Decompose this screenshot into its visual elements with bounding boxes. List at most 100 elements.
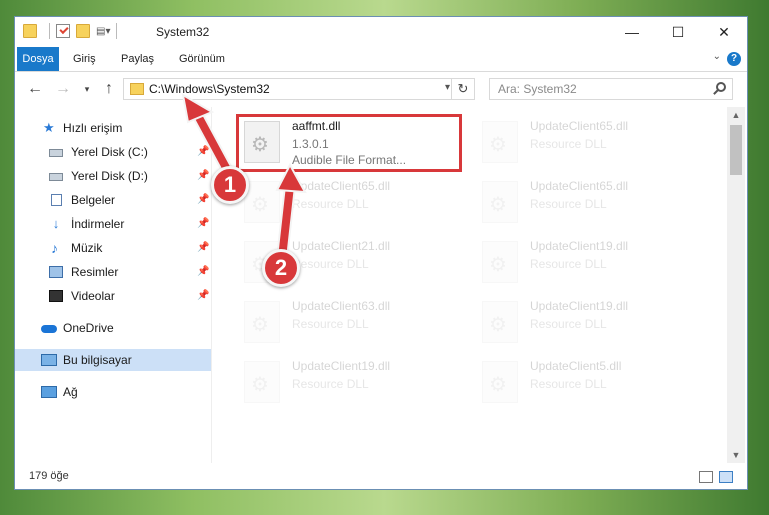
- pin-icon: 📌: [197, 194, 210, 205]
- customize-toolbar-icon[interactable]: ▤▾: [96, 26, 110, 37]
- sidebar-item-local-disk-d[interactable]: Yerel Disk (D:) 📌: [15, 165, 211, 187]
- up-arrow-icon[interactable]: ↑: [99, 79, 119, 99]
- dll-file-icon: [244, 361, 280, 403]
- dll-file-icon: [244, 181, 280, 223]
- file-type: Resource DLL: [530, 137, 607, 151]
- recent-locations-icon[interactable]: ▾: [77, 79, 97, 99]
- title-bar: ▤▾ System32 — ☐ ✕: [15, 17, 747, 47]
- divider: [49, 23, 50, 39]
- pin-icon: 📌: [197, 242, 210, 253]
- vertical-scrollbar[interactable]: ▲ ▼: [727, 107, 745, 463]
- file-item[interactable]: UpdateClient65.dll Resource DLL: [236, 175, 456, 231]
- item-count: 179 öğe: [29, 470, 69, 482]
- sidebar-item-label: Bu bilgisayar: [63, 353, 132, 367]
- address-bar[interactable]: C:\Windows\System32 ▾ ↻: [123, 78, 475, 100]
- folder-icon[interactable]: [23, 24, 37, 38]
- file-name: UpdateClient21.dll: [292, 239, 391, 253]
- file-name: UpdateClient19.dll: [530, 299, 629, 313]
- refresh-icon[interactable]: ↻: [451, 79, 474, 99]
- file-name: UpdateClient65.dll: [530, 119, 629, 133]
- dll-file-icon: [482, 121, 518, 163]
- tab-file[interactable]: Dosya: [17, 47, 59, 71]
- sidebar-item-label: Yerel Disk (D:): [71, 169, 148, 183]
- file-item[interactable]: UpdateClient19.dll Resource DLL: [474, 235, 694, 291]
- pin-icon: 📌: [197, 170, 210, 181]
- folder-icon: [130, 83, 144, 95]
- dll-file-icon: [482, 361, 518, 403]
- sidebar-item-onedrive[interactable]: OneDrive: [15, 317, 211, 339]
- help-icon[interactable]: ?: [727, 52, 741, 66]
- sidebar-item-pictures[interactable]: Resimler 📌: [15, 261, 211, 283]
- pin-icon: 📌: [197, 218, 210, 229]
- dll-file-icon: [482, 181, 518, 223]
- sidebar-item-label: OneDrive: [63, 321, 114, 335]
- close-button[interactable]: ✕: [701, 17, 747, 47]
- file-type: Resource DLL: [292, 377, 369, 391]
- window-title: System32: [156, 25, 210, 39]
- file-name: UpdateClient65.dll: [292, 179, 391, 193]
- sidebar-item-quick-access[interactable]: ★ Hızlı erişim: [15, 117, 211, 139]
- file-name: UpdateClient65.dll: [530, 179, 629, 193]
- file-item[interactable]: UpdateClient19.dll Resource DLL: [236, 355, 456, 411]
- pin-icon: 📌: [197, 146, 210, 157]
- properties-icon[interactable]: [56, 24, 70, 38]
- dll-file-icon: [244, 301, 280, 343]
- minimize-button[interactable]: —: [609, 17, 655, 47]
- dll-file-icon: [482, 241, 518, 283]
- file-name: UpdateClient63.dll: [292, 299, 391, 313]
- cloud-icon: [41, 325, 57, 333]
- file-type: Resource DLL: [292, 257, 369, 271]
- sidebar-item-music[interactable]: ♪ Müzik 📌: [15, 237, 211, 259]
- scroll-up-icon[interactable]: ▲: [727, 107, 745, 123]
- details-view-icon[interactable]: [699, 471, 713, 483]
- sidebar-item-downloads[interactable]: ↓ İndirmeler 📌: [15, 213, 211, 235]
- step-badge-1: 1: [211, 166, 249, 204]
- file-name: UpdateClient19.dll: [530, 239, 629, 253]
- pin-icon: 📌: [197, 290, 210, 301]
- sidebar-item-label: Videolar: [71, 289, 115, 303]
- file-type: Resource DLL: [530, 197, 607, 211]
- file-type: Resource DLL: [530, 377, 607, 391]
- chevron-down-icon[interactable]: ▾: [445, 82, 450, 93]
- back-arrow-icon[interactable]: ←: [25, 79, 45, 99]
- sidebar-item-videos[interactable]: Videolar 📌: [15, 285, 211, 307]
- divider: [116, 23, 118, 39]
- pin-icon: 📌: [197, 266, 210, 277]
- sidebar-item-label: Müzik: [71, 241, 103, 255]
- sidebar-item-label: Ağ: [63, 385, 78, 399]
- sidebar-item-this-pc[interactable]: Bu bilgisayar: [15, 349, 211, 371]
- maximize-button[interactable]: ☐: [655, 17, 701, 47]
- file-item[interactable]: UpdateClient65.dll Resource DLL: [474, 175, 694, 231]
- file-item[interactable]: UpdateClient5.dll Resource DLL: [474, 355, 694, 411]
- file-item[interactable]: UpdateClient63.dll Resource DLL: [236, 295, 456, 351]
- address-path[interactable]: C:\Windows\System32: [149, 82, 270, 96]
- sidebar-item-label: Belgeler: [71, 193, 116, 207]
- navigation-pane: ★ Hızlı erişim Yerel Disk (C:) 📌 Yerel D…: [15, 107, 212, 463]
- disk-icon: [49, 173, 63, 181]
- video-icon: [49, 290, 63, 302]
- forward-arrow-icon[interactable]: →: [53, 79, 73, 99]
- tab-home[interactable]: Giriş: [65, 47, 104, 71]
- tab-share[interactable]: Paylaş: [113, 47, 162, 71]
- file-item[interactable]: UpdateClient19.dll Resource DLL: [474, 295, 694, 351]
- new-folder-icon[interactable]: [76, 24, 90, 38]
- highlight-box: [236, 114, 462, 172]
- computer-icon: [41, 354, 57, 366]
- sidebar-item-documents[interactable]: Belgeler 📌: [15, 189, 211, 211]
- file-type: Resource DLL: [292, 197, 369, 211]
- step-badge-2: 2: [262, 249, 300, 287]
- chevron-down-icon[interactable]: ⌄: [713, 51, 721, 62]
- file-type: Resource DLL: [530, 317, 607, 331]
- ribbon-tabs: Dosya Giriş Paylaş Görünüm ⌄ ?: [15, 47, 747, 72]
- file-item[interactable]: UpdateClient65.dll Resource DLL: [474, 115, 694, 171]
- sidebar-item-network[interactable]: Ağ: [15, 381, 211, 403]
- scroll-thumb[interactable]: [730, 125, 742, 175]
- search-input[interactable]: Ara: System32: [489, 78, 733, 100]
- star-icon: ★: [43, 120, 55, 135]
- file-name: UpdateClient5.dll: [530, 359, 622, 373]
- tiles-view-icon[interactable]: [719, 471, 733, 483]
- sidebar-item-local-disk-c[interactable]: Yerel Disk (C:) 📌: [15, 141, 211, 163]
- scroll-down-icon[interactable]: ▼: [727, 447, 745, 463]
- search-icon: [716, 82, 726, 92]
- tab-view[interactable]: Görünüm: [171, 47, 233, 71]
